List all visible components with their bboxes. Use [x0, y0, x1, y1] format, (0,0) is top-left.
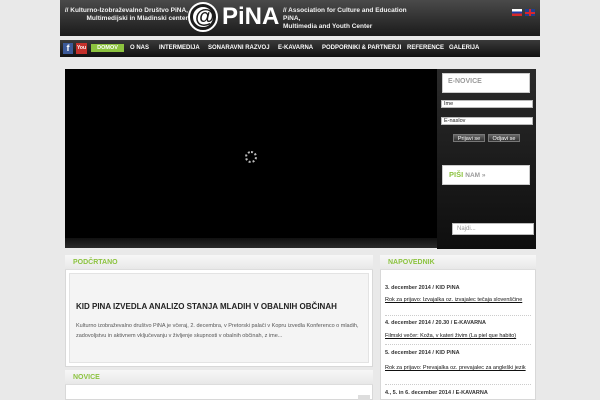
event-separator: [385, 344, 531, 345]
event-link[interactable]: Rok za prijavo: Prevajalka oz. prevajale…: [385, 365, 530, 372]
nav-reference[interactable]: REFERENCE: [407, 40, 444, 57]
nav-home[interactable]: DOMOV: [91, 44, 124, 52]
carousel-arrows-icon[interactable]: [358, 395, 370, 400]
tagline-line-1: // Kulturno-Izobraževalno Društvo PiNA,: [64, 7, 188, 14]
nav-o-nas[interactable]: O NAS: [130, 40, 149, 57]
article-title-link[interactable]: KID PINA IZVEDLA ANALIZO STANJA MLADIH V…: [76, 302, 366, 311]
page: // Kulturno-Izobraževalno Društvo PiNA, …: [0, 0, 600, 400]
header-tagline-slovene: // Kulturno-Izobraževalno Društvo PiNA, …: [60, 7, 188, 23]
napovednik-title: NAPOVEDNIK: [388, 259, 435, 266]
podcrtano-title: PODČRTANO: [73, 259, 118, 266]
tagline-line-1: // Association for Culture and Education…: [283, 7, 407, 22]
event-link[interactable]: Rok za prijavo: Izvajalka oz. izvajalec …: [385, 297, 530, 304]
youtube-icon[interactable]: You: [76, 43, 87, 54]
nav-galerija[interactable]: GALERIJA: [449, 40, 479, 57]
featured-article-box: [69, 273, 369, 363]
event-date: 4., 5. in 6. december 2014 / E-KAVARNA: [385, 390, 488, 396]
logo-text: PiNA: [222, 3, 280, 30]
event-link[interactable]: Filmski večer: Koža, v kateri živim (La …: [385, 333, 530, 340]
unsubscribe-button[interactable]: Odjavi se: [488, 134, 520, 142]
newsletter-title: E-NOVICE: [448, 78, 482, 85]
email-input[interactable]: E-naslov: [441, 117, 533, 125]
event-separator: [385, 315, 531, 316]
sidebar-dark: [437, 69, 536, 249]
search-input[interactable]: Najdi...: [452, 223, 534, 235]
slovenian-flag-icon[interactable]: [512, 9, 522, 16]
name-input[interactable]: Ime: [441, 100, 533, 108]
nav-podporniki[interactable]: PODPORNIKI & PARTNERJI: [322, 40, 401, 57]
event-date: 5. december 2014 / KID PiNA: [385, 350, 460, 356]
event-date: 3. december 2014 / KID PiNA: [385, 285, 460, 291]
slider-reflection: [65, 238, 437, 248]
event-separator: [385, 384, 531, 385]
facebook-icon[interactable]: f: [63, 43, 73, 54]
write-us-link[interactable]: PIŠI NAM »: [449, 170, 486, 179]
nav-sonaravni-razvoj[interactable]: SONARAVNI RAZVOJ: [208, 40, 270, 57]
nav-e-kavarna[interactable]: E-KAVARNA: [278, 40, 313, 57]
napovednik-panel: [380, 255, 536, 400]
event-date: 4. december 2014 / 20.30 / E-KAVARNA: [385, 320, 486, 326]
tagline-line-2: Multimedijski in Mladinski center: [86, 15, 189, 22]
subscribe-button[interactable]: Prijavi se: [453, 134, 485, 142]
header-tagline-english: // Association for Culture and Education…: [283, 7, 423, 31]
novice-title: NOVICE: [73, 374, 100, 381]
pina-logo[interactable]: @ PiNA: [188, 2, 280, 32]
novice-header: [65, 370, 373, 385]
tagline-line-2: Multimedia and Youth Center: [283, 23, 373, 30]
at-symbol-logo: @: [188, 2, 218, 32]
article-excerpt: Kulturno izobraževalno društvo PiNA je v…: [76, 323, 359, 339]
nav-intermedija[interactable]: INTERMEDIJA: [159, 40, 200, 57]
loading-spinner-icon: [245, 151, 257, 163]
english-flag-icon[interactable]: [525, 9, 535, 16]
